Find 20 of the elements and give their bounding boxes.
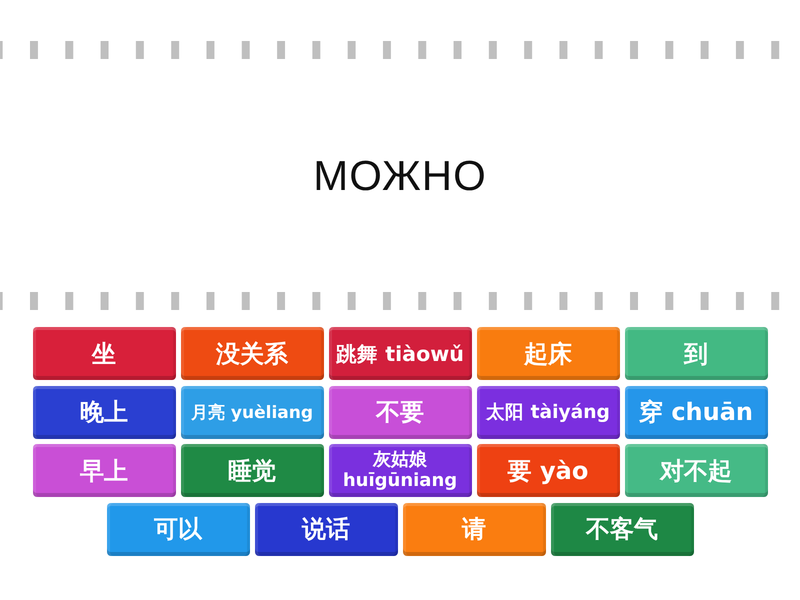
word-tile[interactable]: 要 yào [476,444,620,497]
word-tile[interactable]: 没关系 [180,327,324,380]
word-tile[interactable]: 可以 [106,502,250,556]
word-tile[interactable]: 睡觉 [180,444,324,497]
word-tile[interactable]: 月亮 yuèliang [180,386,324,438]
word-tile[interactable]: 不客气 [550,502,694,556]
word-tile[interactable]: 不要 [328,386,472,438]
word-tile[interactable]: 灰姑娘 huīgūniang [328,444,472,497]
word-tile[interactable]: 晚上 [32,386,176,438]
word-tile[interactable]: 太阳 tàiyáng [476,386,620,438]
word-tile[interactable]: 早上 [32,444,176,497]
word-tile[interactable]: 对不起 [624,444,768,497]
word-tile[interactable]: 到 [624,327,768,380]
word-tile[interactable]: 请 [402,502,546,556]
prompt-word: МОЖНО [313,152,487,200]
word-tile[interactable]: 坐 [32,327,176,380]
word-tile[interactable]: 跳舞 tiàowǔ [328,327,472,380]
word-tile[interactable]: 穿 chuān [624,386,768,438]
word-tile[interactable]: 说话 [254,502,398,556]
word-tile[interactable]: 起床 [476,327,620,380]
